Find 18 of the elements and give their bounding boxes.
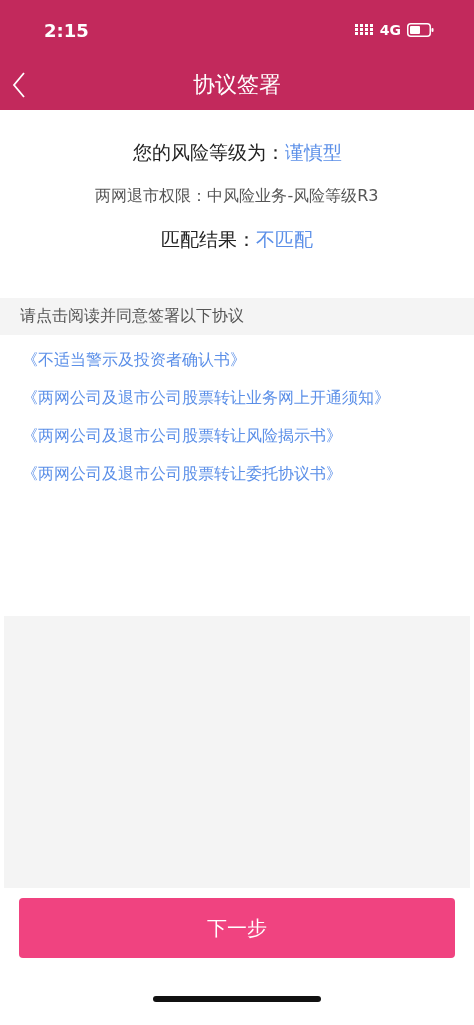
- info-value: 不匹配: [256, 227, 313, 252]
- back-icon: [12, 72, 26, 98]
- info-value: 谨慎型: [284, 140, 342, 165]
- info-label: 匹配结果：: [161, 227, 256, 252]
- info-label: 两网退市权限：中风险业务-风险等级R3: [95, 186, 379, 207]
- next-button[interactable]: 下一步: [19, 898, 455, 958]
- agreement-link[interactable]: 《两网公司及退市公司股票转让风险揭示书》: [22, 426, 342, 445]
- section-header: 请点击阅读并同意签署以下协议: [0, 298, 474, 335]
- page-title: 协议签署: [193, 71, 281, 99]
- info-label: 您的风险等级为：: [132, 140, 285, 165]
- status-time: 2:15: [44, 19, 89, 41]
- network-type: 4G: [379, 22, 401, 38]
- agreement-link[interactable]: 《两网公司及退市公司股票转让业务网上开通须知》: [22, 388, 390, 407]
- signal-icon: [354, 24, 374, 36]
- battery-icon: [407, 23, 434, 37]
- back-button[interactable]: [10, 70, 28, 100]
- agreement-link[interactable]: 《不适当警示及投资者确认书》: [22, 350, 246, 369]
- agreement-link[interactable]: 《两网公司及退市公司股票转让委托协议书》: [22, 464, 342, 483]
